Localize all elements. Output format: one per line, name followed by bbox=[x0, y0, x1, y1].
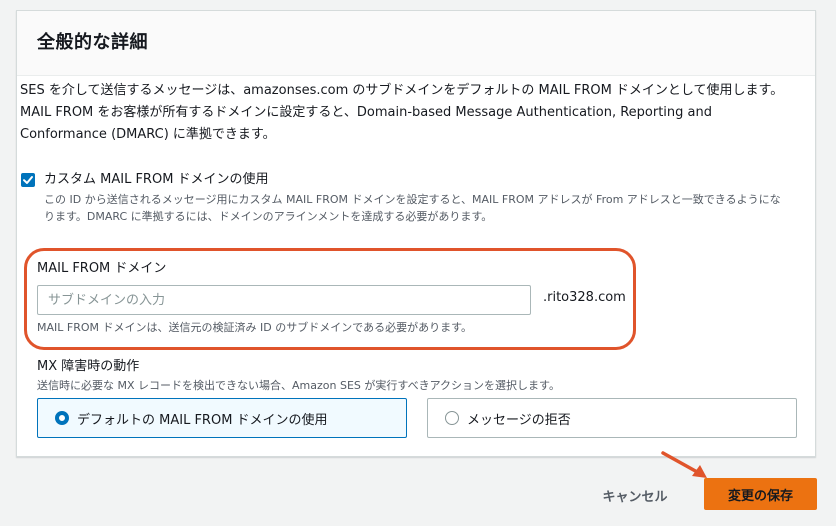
mx-option-label: デフォルトの MAIL FROM ドメインの使用 bbox=[77, 412, 328, 428]
mail-from-domain-input[interactable] bbox=[37, 285, 531, 315]
save-changes-button[interactable]: 変更の保存 bbox=[704, 478, 817, 510]
mx-option-label: メッセージの拒否 bbox=[467, 412, 571, 428]
panel-description: SES を介して送信するメッセージは、amazonses.com のサブドメイン… bbox=[20, 83, 784, 142]
custom-mail-from-description: この ID から送信されるメッセージ用にカスタム MAIL FROM ドメインを… bbox=[44, 193, 781, 223]
custom-mail-from-checkbox[interactable] bbox=[21, 173, 35, 187]
radio-unselected-icon[interactable] bbox=[445, 411, 459, 425]
mx-option-reject-message[interactable]: メッセージの拒否 bbox=[427, 398, 797, 438]
mx-failure-description: 送信時に必要な MX レコードを検出できない場合、Amazon SES が実行す… bbox=[37, 379, 560, 392]
radio-selected-icon[interactable] bbox=[55, 411, 69, 425]
mail-from-domain-help: MAIL FROM ドメインは、送信元の検証済み ID のサブドメインである必要… bbox=[37, 321, 472, 334]
mx-option-default-mail-from[interactable]: デフォルトの MAIL FROM ドメインの使用 bbox=[37, 398, 407, 438]
checkmark-icon bbox=[23, 176, 33, 184]
custom-mail-from-label[interactable]: カスタム MAIL FROM ドメインの使用 bbox=[44, 170, 269, 190]
cancel-button[interactable]: キャンセル bbox=[590, 480, 680, 510]
domain-suffix: .rito328.com bbox=[543, 290, 626, 305]
mail-from-domain-label: MAIL FROM ドメイン bbox=[37, 261, 167, 276]
mx-failure-label: MX 障害時の動作 bbox=[37, 359, 140, 374]
panel-title: 全般的な詳細 bbox=[37, 32, 148, 53]
panel-header: 全般的な詳細 bbox=[17, 11, 815, 76]
